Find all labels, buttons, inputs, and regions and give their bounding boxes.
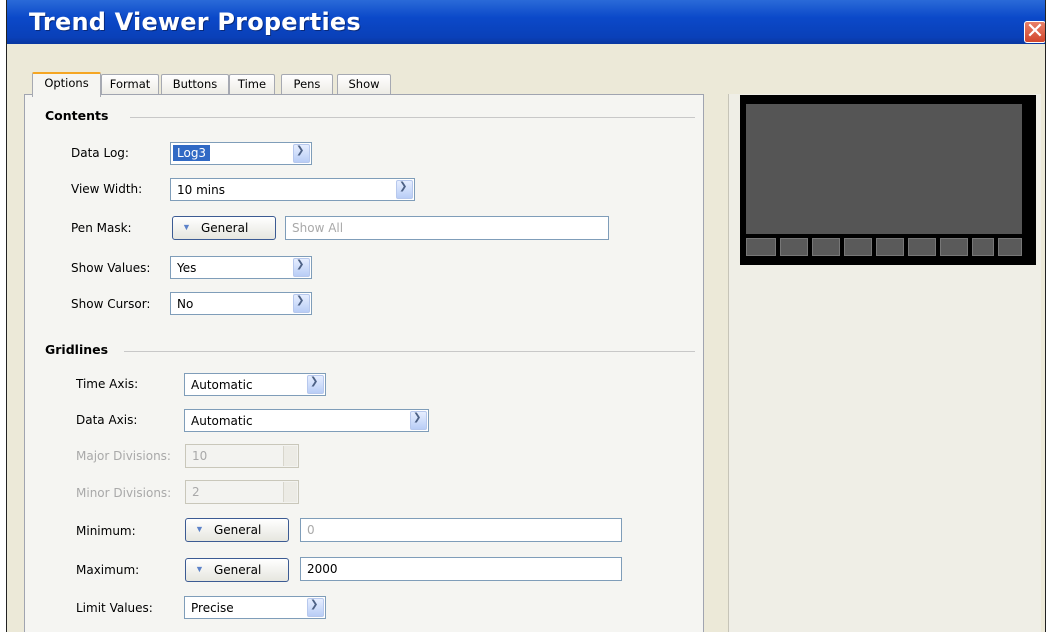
tab-time[interactable]: Time: [229, 74, 275, 95]
chevron-down-icon[interactable]: ❯: [396, 180, 413, 199]
show-cursor-value: No: [177, 297, 194, 311]
view-width-label: View Width:: [71, 182, 143, 196]
minimum-general-label: General: [214, 523, 262, 537]
maximum-general-button[interactable]: ▼ General: [185, 558, 289, 582]
preview-button: [972, 238, 994, 256]
triangle-down-icon: ▼: [195, 524, 204, 534]
gridlines-divider: [124, 351, 695, 352]
chevron-down-icon[interactable]: ❯: [410, 411, 427, 430]
major-divisions-label: Major Divisions:: [76, 449, 171, 463]
time-axis-select[interactable]: Automatic ❯: [184, 373, 326, 396]
minor-divisions-label: Minor Divisions:: [76, 486, 172, 500]
title-bar[interactable]: Trend Viewer Properties ✕: [7, 0, 1045, 44]
show-cursor-select[interactable]: No ❯: [170, 292, 312, 315]
chevron-down-icon[interactable]: ❯: [293, 294, 310, 313]
close-button[interactable]: ✕: [1024, 19, 1045, 44]
gridlines-section-title: Gridlines: [45, 342, 109, 357]
minimum-general-button[interactable]: ▼ General: [185, 518, 289, 542]
maximum-value: 2000: [307, 562, 338, 576]
spinner-arrows-icon: [283, 482, 297, 502]
view-width-value: 10 mins: [177, 183, 225, 197]
limit-values-value: Precise: [191, 601, 234, 615]
preview-button: [812, 238, 840, 256]
show-values-value: Yes: [177, 261, 197, 275]
chevron-down-icon[interactable]: ❯: [307, 598, 324, 617]
maximum-general-label: General: [214, 563, 262, 577]
tab-format[interactable]: Format: [101, 74, 159, 95]
minimum-label: Minimum:: [76, 524, 136, 538]
window-title: Trend Viewer Properties: [29, 8, 361, 36]
chevron-down-icon[interactable]: ❯: [293, 144, 310, 163]
show-values-select[interactable]: Yes ❯: [170, 256, 312, 279]
pen-mask-general-button[interactable]: ▼ General: [172, 216, 276, 240]
minimum-value: 0: [307, 523, 315, 537]
preview-plot-area: [746, 104, 1022, 234]
preview-button: [746, 238, 776, 256]
triangle-down-icon: ▼: [182, 222, 191, 232]
major-divisions-spinner: 10: [185, 444, 299, 468]
data-log-select[interactable]: Log3 ❯: [170, 142, 312, 165]
pen-mask-placeholder: Show All: [292, 221, 344, 235]
chevron-down-icon[interactable]: ❯: [307, 375, 324, 394]
tab-show[interactable]: Show: [337, 74, 391, 95]
time-axis-value: Automatic: [191, 378, 253, 392]
tab-pens[interactable]: Pens: [281, 74, 333, 95]
contents-section-title: Contents: [45, 108, 109, 123]
pen-mask-field[interactable]: Show All: [285, 216, 609, 240]
spinner-arrows-icon: [283, 446, 297, 466]
maximum-field[interactable]: 2000: [300, 557, 622, 581]
contents-divider: [130, 117, 695, 118]
tab-buttons[interactable]: Buttons: [161, 74, 229, 95]
data-axis-label: Data Axis:: [76, 413, 138, 427]
chevron-down-icon[interactable]: ❯: [293, 258, 310, 277]
preview-button: [780, 238, 808, 256]
data-log-label: Data Log:: [71, 146, 129, 160]
data-axis-select[interactable]: Automatic ❯: [184, 409, 429, 432]
preview-button: [844, 238, 872, 256]
minor-divisions-value: 2: [192, 485, 200, 499]
preview-button-bar: [746, 238, 1022, 256]
close-icon: ✕: [1025, 19, 1045, 44]
preview-button: [940, 238, 968, 256]
major-divisions-value: 10: [192, 449, 208, 463]
limit-values-select[interactable]: Precise ❯: [184, 596, 326, 619]
options-panel: [24, 94, 704, 632]
preview-button: [876, 238, 904, 256]
pen-mask-general-label: General: [201, 221, 249, 235]
preview-button: [998, 238, 1022, 256]
minor-divisions-spinner: 2: [185, 480, 299, 504]
pen-mask-label: Pen Mask:: [71, 221, 132, 235]
maximum-label: Maximum:: [76, 563, 140, 577]
data-axis-value: Automatic: [191, 414, 253, 428]
show-values-label: Show Values:: [71, 261, 151, 275]
view-width-select[interactable]: 10 mins ❯: [170, 178, 415, 201]
triangle-down-icon: ▼: [195, 564, 204, 574]
time-axis-label: Time Axis:: [76, 377, 139, 391]
tab-options[interactable]: Options: [32, 72, 101, 97]
preview-button: [908, 238, 936, 256]
show-cursor-label: Show Cursor:: [71, 297, 151, 311]
limit-values-label: Limit Values:: [76, 601, 153, 615]
data-log-value: Log3: [173, 145, 211, 161]
minimum-field[interactable]: 0: [300, 518, 622, 542]
